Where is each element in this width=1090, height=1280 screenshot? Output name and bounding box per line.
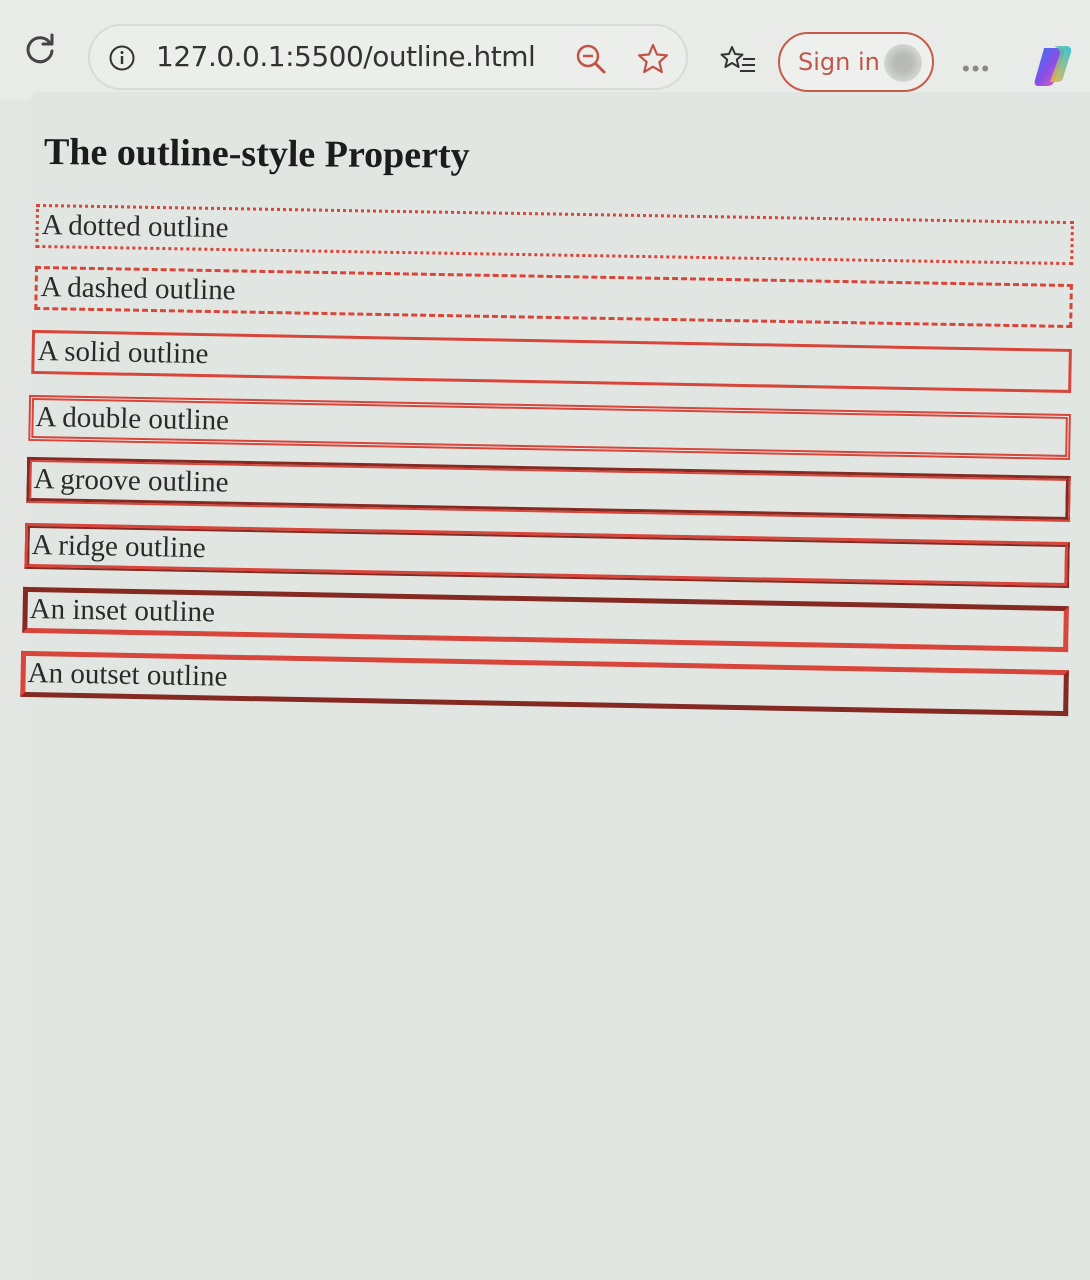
page-title: The outline-style Property xyxy=(43,131,470,177)
groove-outline-paragraph: A groove outline xyxy=(26,454,1071,525)
outset-outline-paragraph: An outset outline xyxy=(20,648,1069,719)
sign-in-label: Sign in xyxy=(798,48,880,76)
sign-in-button[interactable]: Sign in xyxy=(778,32,934,92)
reload-icon xyxy=(26,33,54,64)
solid-outline-paragraph: A solid outline xyxy=(31,327,1072,396)
url-text[interactable]: 127.0.0.1:5500/outline.html xyxy=(156,40,536,73)
address-bar[interactable]: 127.0.0.1:5500/outline.html xyxy=(88,24,688,90)
double-outline-paragraph: A double outline xyxy=(28,392,1071,463)
ridge-outline-paragraph: A ridge outline xyxy=(24,520,1070,591)
outline-row-label: A groove outline xyxy=(33,463,229,499)
inset-outline-paragraph: An inset outline xyxy=(22,584,1069,655)
outline-row-label: A ridge outline xyxy=(31,529,206,565)
info-icon[interactable] xyxy=(108,44,136,72)
copilot-icon[interactable] xyxy=(1030,42,1076,88)
outline-row-label: An inset outline xyxy=(29,593,216,629)
profile-avatar xyxy=(884,44,922,82)
outline-row-label: A dotted outline xyxy=(41,209,229,245)
browser-toolbar: 127.0.0.1:5500/outline.html Sign in ••• xyxy=(0,0,1090,100)
outline-row-label: A dashed outline xyxy=(40,271,236,307)
favorites-list-icon[interactable] xyxy=(718,42,758,82)
outline-row-label: A solid outline xyxy=(37,335,209,371)
more-icon[interactable]: ••• xyxy=(962,56,991,82)
favorite-star-icon[interactable] xyxy=(636,42,670,76)
dotted-outline-paragraph: A dotted outline xyxy=(35,202,1074,267)
zoom-out-icon[interactable] xyxy=(574,42,608,76)
outline-row-label: An outset outline xyxy=(27,657,228,693)
dashed-outline-paragraph: A dashed outline xyxy=(34,264,1073,330)
page-content: The outline-style Property A dotted outl… xyxy=(20,92,1090,1280)
outline-row-label: A double outline xyxy=(35,401,230,437)
reload-button[interactable] xyxy=(22,30,58,66)
